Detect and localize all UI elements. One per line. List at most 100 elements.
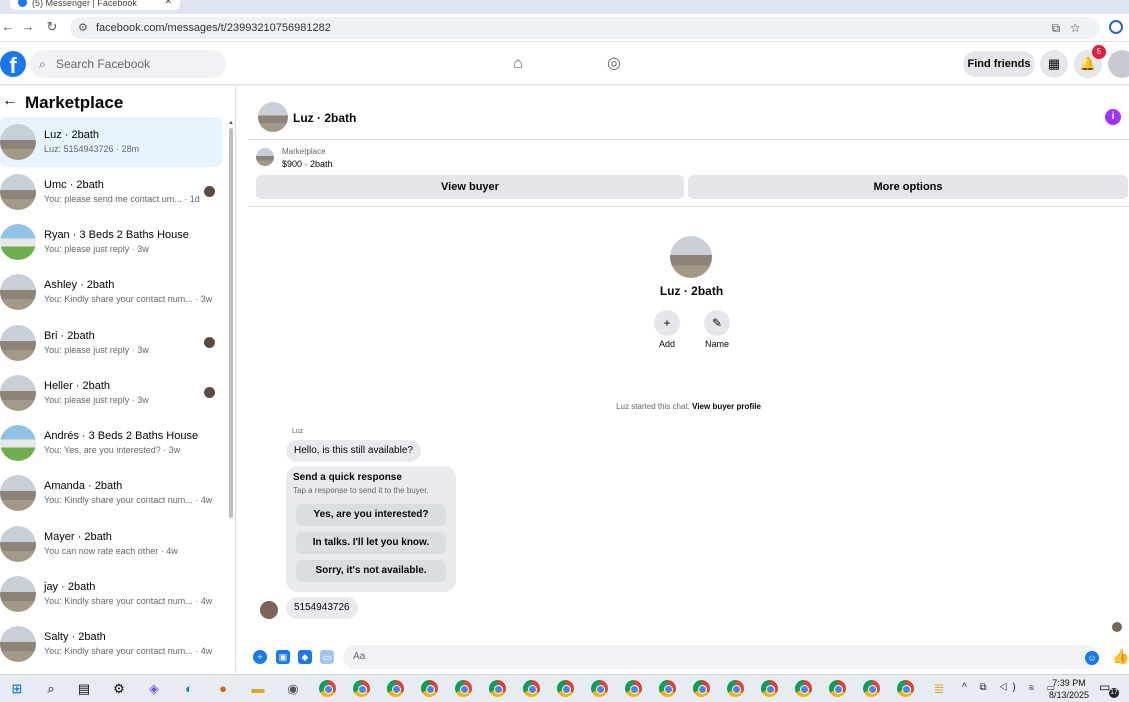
browser-tab[interactable]: (5) Messenger | Facebook ✕ — [10, 0, 180, 10]
quick-reply-button[interactable]: In talks. I'll let you know. — [296, 532, 446, 554]
menu-grid-icon[interactable]: ▦ — [1040, 50, 1068, 78]
chrome-profile-icon[interactable] — [897, 680, 914, 697]
chrome-profile-icon[interactable] — [863, 680, 880, 697]
scrollbar-thumb[interactable] — [229, 128, 233, 518]
listing-avatar — [0, 425, 36, 461]
conversation-item[interactable]: Salty · 2bath You: Kindly share your con… — [0, 619, 222, 669]
taskbar-search-icon[interactable]: ⌕ — [42, 680, 60, 698]
gif-icon[interactable]: ▭ — [320, 650, 334, 664]
browser-profile-icon[interactable] — [1109, 20, 1123, 34]
view-buyer-button[interactable]: View buyer — [256, 175, 684, 199]
sender-avatar[interactable] — [260, 601, 278, 619]
site-info-icon[interactable]: ⚙ — [78, 17, 88, 39]
clock[interactable]: 7:39 PM 8/13/2025 — [1040, 677, 1098, 701]
reload-icon[interactable]: ↻ — [44, 19, 60, 35]
edge-icon[interactable]: ◐ — [180, 680, 198, 698]
chrome-profile-icon[interactable] — [489, 680, 506, 697]
start-icon[interactable]: ⊞ — [8, 680, 26, 698]
search-placeholder: Search Facebook — [56, 57, 151, 71]
file-explorer-icon[interactable]: ▬ — [249, 680, 267, 698]
chrome-icon[interactable] — [319, 680, 336, 697]
like-icon[interactable]: 👍 — [1112, 649, 1129, 663]
chrome-profile-icon[interactable] — [829, 680, 846, 697]
more-options-button[interactable]: More options — [688, 175, 1128, 199]
buyer-avatar — [670, 236, 712, 278]
conversation-name: Salty · 2bath — [44, 631, 106, 643]
chat-title[interactable]: Luz · 2bath — [293, 111, 356, 125]
install-and-bookmark-icons[interactable]: ⧉☆ — [1052, 17, 1090, 39]
back-icon[interactable]: ← — [0, 19, 16, 35]
conversation-snippet: You can now rate each other · 4w — [44, 546, 178, 556]
arrow-left-icon[interactable]: ← — [2, 92, 18, 110]
stack-app-icon[interactable]: ≣ — [930, 680, 948, 698]
conversation-item[interactable]: Bri · 2bath You: please just reply · 3w — [0, 318, 222, 368]
chrome-profile-icon[interactable] — [557, 680, 574, 697]
add-person-icon[interactable]: + — [654, 310, 680, 336]
chrome-profile-icon[interactable] — [761, 680, 778, 697]
groups-icon[interactable]: ◎ — [604, 54, 624, 74]
conversation-item[interactable]: Mayer · 2bath You can now rate each othe… — [0, 519, 222, 569]
chrome-profile-icon[interactable] — [455, 680, 472, 697]
sidebar-scrollbar[interactable]: ▲ — [228, 120, 234, 674]
edit-name-icon[interactable]: ✎ — [704, 310, 730, 336]
scroll-up-icon[interactable]: ▲ — [228, 120, 234, 126]
chrome-profile-icon[interactable] — [421, 680, 438, 697]
conversation-item[interactable]: jay · 2bath You: Kindly share your conta… — [0, 569, 222, 619]
notifications-icon[interactable]: 🔔 5 — [1074, 45, 1106, 78]
conversation-name: Heller · 2bath — [44, 380, 111, 392]
conversation-item[interactable]: Umc · 2bath You: please send me contact … — [0, 167, 222, 217]
chrome-profile-icon[interactable] — [353, 680, 370, 697]
account-avatar[interactable] — [1108, 50, 1129, 78]
listing-row[interactable]: Marketplace $900 · 2bath — [248, 144, 1129, 172]
app-icon[interactable]: ◉ — [284, 680, 302, 698]
forward-icon[interactable]: → — [20, 19, 36, 35]
info-icon[interactable]: i — [1105, 109, 1121, 125]
seen-avatar-icon — [204, 337, 215, 348]
quick-reply-button[interactable]: Yes, are you interested? — [296, 504, 446, 526]
photo-icon[interactable]: ▣ — [276, 650, 290, 664]
notification-center-icon[interactable]: ▭ 17 — [1099, 680, 1119, 698]
conversation-item[interactable]: Luz · 2bath Luz: 5154943726 · 28m — [0, 117, 222, 167]
conversation-item[interactable]: Ryan · 3 Beds 2 Baths House You: please … — [0, 217, 222, 267]
sticker-icon[interactable]: ◆ — [298, 650, 312, 664]
chrome-profile-icon[interactable] — [625, 680, 642, 697]
notification-center-count: 17 — [1109, 688, 1119, 698]
task-view-icon[interactable]: ▤ — [75, 680, 93, 698]
facebook-favicon-icon — [18, 0, 27, 7]
copilot-icon[interactable]: ◈ — [145, 680, 163, 698]
search-input[interactable]: ⌕ Search Facebook — [30, 50, 226, 78]
conversation-item[interactable]: Amanda · 2bath You: Kindly share your co… — [0, 468, 222, 518]
close-tab-icon[interactable]: ✕ — [164, 0, 172, 6]
listing-title: $900 · 2bath — [282, 159, 333, 169]
chrome-profile-icon[interactable] — [727, 680, 744, 697]
conversation-snippet: Luz: 5154943726 · 28m — [44, 144, 140, 154]
chrome-profile-icon[interactable] — [795, 680, 812, 697]
conversation-snippet: You: please just reply · 3w — [44, 345, 149, 355]
conversation-item[interactable]: Ashley · 2bath You: Kindly share your co… — [0, 267, 222, 317]
conversation-name: Luz · 2bath — [44, 129, 100, 141]
listing-avatar — [0, 124, 36, 160]
conversation-item[interactable]: Andrés · 3 Beds 2 Baths House You: Yes, … — [0, 418, 222, 468]
clock-time: 7:39 PM — [1052, 678, 1086, 688]
facebook-logo-icon[interactable]: f — [0, 51, 26, 77]
address-bar-row: ← → ↻ ⚙ facebook.com/messages/t/23993210… — [0, 14, 1129, 42]
conversation-item[interactable]: Heller · 2bath You: please just reply · … — [0, 368, 222, 418]
chat-avatar[interactable] — [258, 102, 288, 132]
find-friends-button[interactable]: Find friends — [963, 51, 1035, 77]
chrome-profile-icon[interactable] — [693, 680, 710, 697]
plus-icon[interactable]: + — [253, 650, 267, 664]
chrome-profile-icon[interactable] — [659, 680, 676, 697]
chrome-profile-icon[interactable] — [387, 680, 404, 697]
search-icon: ⌕ — [39, 57, 46, 71]
home-icon[interactable]: ⌂ — [508, 54, 528, 74]
url-text: facebook.com/messages/t/2399321075698128… — [96, 22, 331, 34]
url-field[interactable]: ⚙ facebook.com/messages/t/23993210756981… — [70, 17, 1100, 39]
view-buyer-profile-link[interactable]: View buyer profile — [692, 402, 761, 411]
chrome-profile-icon[interactable] — [591, 680, 608, 697]
emoji-icon[interactable]: ☺ — [1085, 651, 1099, 665]
quick-reply-button[interactable]: Sorry, it's not available. — [296, 560, 446, 582]
settings-icon[interactable]: ⚙ — [110, 680, 128, 698]
firefox-icon[interactable]: ● — [214, 680, 232, 698]
message-input[interactable]: Aa — [343, 645, 1098, 669]
chrome-profile-icon[interactable] — [523, 680, 540, 697]
